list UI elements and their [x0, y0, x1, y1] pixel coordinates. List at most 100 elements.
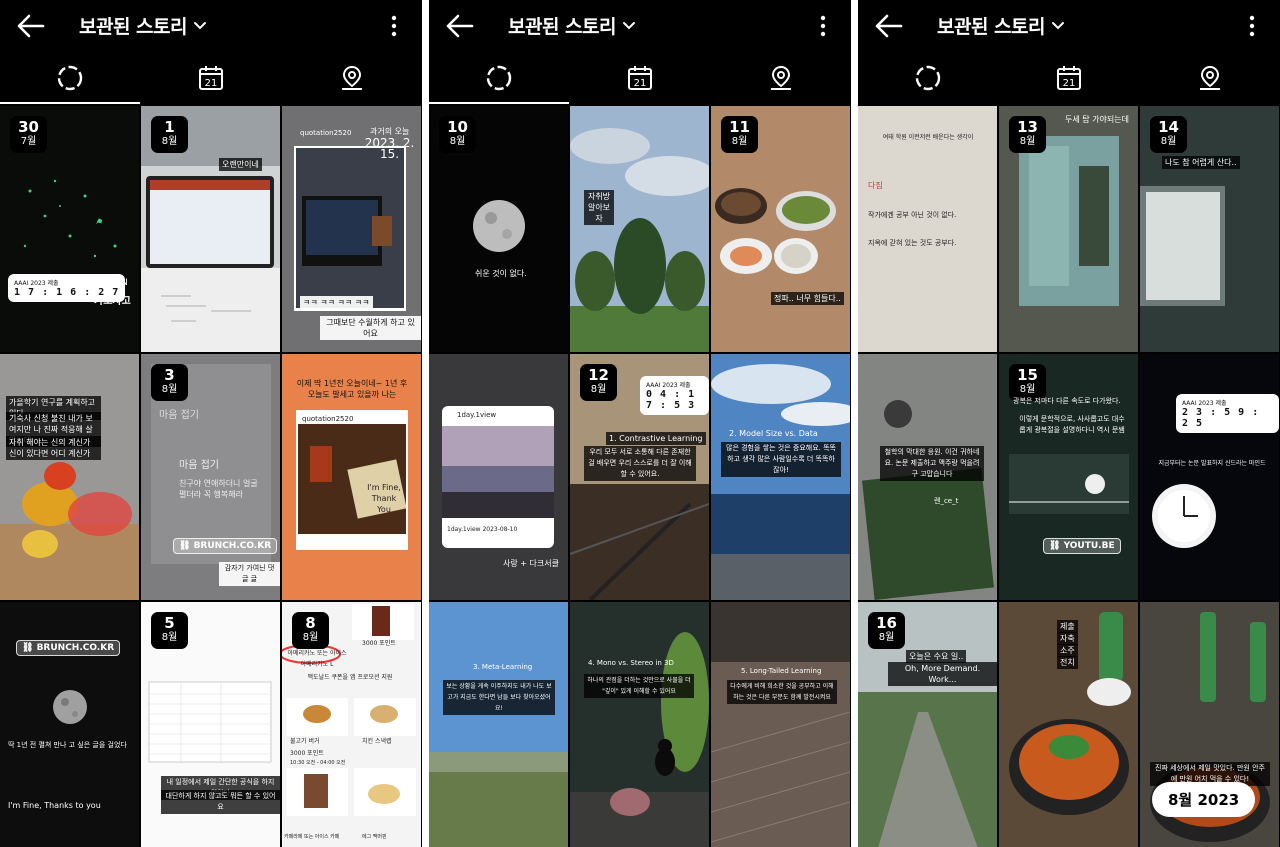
story-thumbnail[interactable]: 철학의 막대한 응원. 이건 귀하네요. 논문 제출하고 맥주랑 먹을려구 고맙… [858, 354, 997, 600]
archive-panel-2: 보관된 스토리 21 10 8월 쉬운 것이 없다. 자취방 알아보자 11 8… [429, 0, 851, 847]
link-sticker[interactable]: ⛓ BRUNCH.CO.KR [16, 640, 121, 656]
story-caption: 사랑 + 다크서클 [503, 559, 559, 568]
story-caption: 다수에게 비해 희소한 것을 공부하고 이해하는 것은 다른 부분도 함께 발전… [727, 680, 837, 704]
story-date-badge: 3 8월 [151, 364, 188, 401]
sky-tree-photo [570, 106, 709, 352]
link-sticker[interactable]: ⛓ YOUTU.BE [1043, 538, 1121, 554]
tab-calendar[interactable]: 21 [999, 52, 1139, 104]
archive-title-dropdown[interactable]: 보관된 스토리 [508, 12, 636, 39]
story-thumbnail[interactable]: 14 8월 나도 참 어렵게 산다.. [1140, 106, 1279, 352]
tab-stories[interactable] [429, 52, 569, 104]
top-bar: 보관된 스토리 [858, 0, 1280, 52]
brick-path-photo [711, 602, 850, 847]
badge-day: 11 [729, 118, 750, 136]
story-thumbnail[interactable]: 2. Model Size vs. Data 많은 경험을 쌓는 것은 중요해요… [711, 354, 850, 600]
story-thumbnail[interactable]: 자취방 알아보자 [570, 106, 709, 352]
tab-stories[interactable] [0, 52, 140, 104]
badge-month: 7월 [20, 136, 37, 147]
story-caption: 두세 탑 가야되는데 [1065, 115, 1129, 124]
story-thumbnail[interactable]: 제출 자축 소주 전치 [999, 602, 1138, 847]
story-caption: 자취방 알아보자 [584, 190, 614, 225]
badge-month: 8월 [1019, 384, 1036, 395]
story-thumbnail[interactable]: 30 7월 AAAI 2023 제출 1 7 : 1 6 : 2 7 방생모드 O… [0, 106, 139, 352]
story-caption: 하나의 관점을 더하는 것만으로 사물을 더 "깊이" 있게 이해할 수 있어요 [584, 674, 694, 698]
story-thumbnail[interactable]: 16 8월 오늘은 수요 일.. Oh, More Demand. Work... [858, 602, 997, 847]
story-thumbnail[interactable]: 진짜 세상에서 제일 맛있다. 만원 안주에 만원 어치 먹을 수 있다! 8월… [1140, 602, 1279, 847]
back-arrow-icon[interactable] [16, 12, 46, 40]
river-field-photo [429, 602, 568, 847]
story-thumbnail[interactable]: 여태 학원 이런저런 배운다는 생각이 다짐 작가에겐 공부 아닌 것이 없다.… [858, 106, 997, 352]
stories-archive-icon [915, 65, 941, 91]
location-pin-icon [1200, 65, 1220, 90]
story-caption: 3. Meta-Learning [473, 663, 533, 671]
back-arrow-icon[interactable] [874, 12, 904, 40]
story-caption: 우리 모두 서로 소통해 다른 존재한 걸 배우면 우리 스스로를 더 잘 이해… [584, 446, 696, 481]
tab-calendar[interactable]: 21 [141, 52, 281, 104]
story-thumbnail[interactable]: 10 8월 쉬운 것이 없다. [429, 106, 568, 352]
story-thumbnail[interactable]: 8 8월 아메리카노 또는 아이스 아메리카노 L 3000 포인트 맥도날드 쿠… [282, 602, 421, 847]
more-options-icon[interactable] [1248, 14, 1256, 38]
link-label: YOUTU.BE [1063, 541, 1115, 551]
more-options-icon[interactable] [390, 14, 398, 38]
tab-calendar[interactable]: 21 [570, 52, 710, 104]
tab-location[interactable] [282, 52, 422, 104]
story-thumbnail[interactable]: 가을학기 연구를 계획하고 있다. 기숙사 신청 불친 내가 보여지만 나 진짜… [0, 354, 139, 600]
story-thumbnail[interactable]: 1day.1view 1day.1view 2023-08-10 사랑 + 다크… [429, 354, 568, 600]
story-date-badge: 10 8월 [439, 116, 476, 153]
story-caption: 2. Model Size vs. Data [729, 429, 818, 438]
story-caption: 나도 참 어렵게 산다.. [1162, 156, 1240, 169]
story-caption: 불고기 버거 [290, 738, 320, 745]
badge-month: 8월 [1160, 136, 1177, 147]
story-caption: 작가에겐 공부 아닌 것이 없다. [868, 211, 957, 219]
story-caption: Oh, More Demand. Work... [888, 662, 997, 686]
story-thumbnail[interactable]: quotation2520 과거의 오늘 2023. 2. 15. ㅋㅋ ㅋㅋ … [282, 106, 421, 352]
archive-panel-1: 보관된 스토리 21 30 7월 AAAI 2023 제출 1 7 : 1 6 :… [0, 0, 422, 847]
story-thumbnail[interactable]: 15 8월 광복은 저마다 다른 속도로 다가왔다. 이렇게 문학적으로, 사사롭… [999, 354, 1138, 600]
story-date-badge: 11 8월 [721, 116, 758, 153]
more-options-icon[interactable] [819, 14, 827, 38]
story-date-badge: 5 8월 [151, 612, 188, 649]
story-thumbnail[interactable]: 3. Meta-Learning 보는 상황을 게속 이주하지도 내가 나도 보… [429, 602, 568, 847]
story-caption: 여태 학원 이런저런 배운다는 생각이 [882, 134, 974, 141]
badge-day: 16 [876, 614, 897, 632]
story-caption: I'm Fine, Thank You [367, 483, 401, 514]
calendar-icon: 21 [1057, 66, 1081, 90]
story-thumbnail[interactable]: 11 8월 정파.. 너무 힘들다.. [711, 106, 850, 352]
story-thumbnail[interactable]: 58월 내 일정에서 제일 간단한 공식을 하지 않았다 대단하게 하지 않고도… [141, 602, 280, 847]
badge-month: 8월 [590, 384, 607, 395]
story-thumbnail[interactable]: 1 8월 오랜만이네 [141, 106, 280, 352]
wall-clock-photo [1152, 484, 1216, 548]
top-bar: 보관된 스토리 [0, 0, 422, 52]
story-thumbnail[interactable]: 12 8월 AAAI 2023 제출 0 4 : 1 7 : 5 3 1. Con… [570, 354, 709, 600]
archive-title-dropdown[interactable]: 보관된 스토리 [937, 12, 1065, 39]
month-indicator-pill: 8월 2023 [1152, 782, 1256, 817]
story-caption: 렌_ce_t [934, 497, 959, 505]
page-title: 보관된 스토리 [937, 16, 1046, 38]
story-caption: 딱 1년 전 펼쳐 만나 고 싶은 글을 걸었다 [8, 741, 127, 749]
badge-day: 13 [1017, 118, 1038, 136]
story-caption: 지옥에 갇혀 있는 것도 공부다. [868, 239, 957, 247]
back-arrow-icon[interactable] [445, 12, 475, 40]
story-caption: 2023. 2. 15. [364, 136, 415, 161]
story-date-badge: 14 8월 [1150, 116, 1187, 153]
story-caption: 맥도날드 쿠폰을 앱 프로모션 지원 [307, 674, 393, 681]
story-caption: 다짐 [868, 181, 883, 190]
story-thumbnail[interactable]: 3 8월 마음 접기 마음 접기 친구야 연애하더니 얼굴 펼더라 꼭 행복해라 … [141, 354, 280, 600]
calendar-icon: 21 [628, 66, 652, 90]
story-date-badge: 16 8월 [868, 612, 905, 649]
story-thumbnail[interactable]: ⛓ BRUNCH.CO.KR 딱 1년 전 펼쳐 만나 고 싶은 글을 걸었다 … [0, 602, 139, 847]
countdown-time: 2 3 : 5 9 : 2 5 [1182, 407, 1260, 429]
story-thumbnail[interactable]: AAAI 2023 제출 2 3 : 5 9 : 2 5 지금부터는 논문 발표… [1140, 354, 1279, 600]
story-caption: 아메리카노 또는 아이스 아메리카노 L [287, 650, 347, 668]
archive-title-dropdown[interactable]: 보관된 스토리 [79, 12, 207, 39]
tab-location[interactable] [711, 52, 851, 104]
story-thumbnail[interactable]: 이제 딱 1년전 오늘이네~ 1년 후 오늘도 발세고 있을까 나는 quota… [282, 354, 421, 600]
tab-stories[interactable] [858, 52, 998, 104]
story-thumbnail[interactable]: 13 8월 두세 탑 가야되는데 [999, 106, 1138, 352]
story-thumbnail[interactable]: 4. Mono vs. Stereo in 3D 하나의 관점을 더하는 것만으… [570, 602, 709, 847]
tab-location[interactable] [1140, 52, 1280, 104]
link-sticker[interactable]: ⛓ BRUNCH.CO.KR [173, 538, 278, 554]
story-caption: 오랜만이네 [219, 158, 262, 171]
story-thumbnail[interactable]: 5. Long-Tailed Learning 다수에게 비해 희소한 것을 공… [711, 602, 850, 847]
cat-tree-photo [570, 602, 709, 847]
